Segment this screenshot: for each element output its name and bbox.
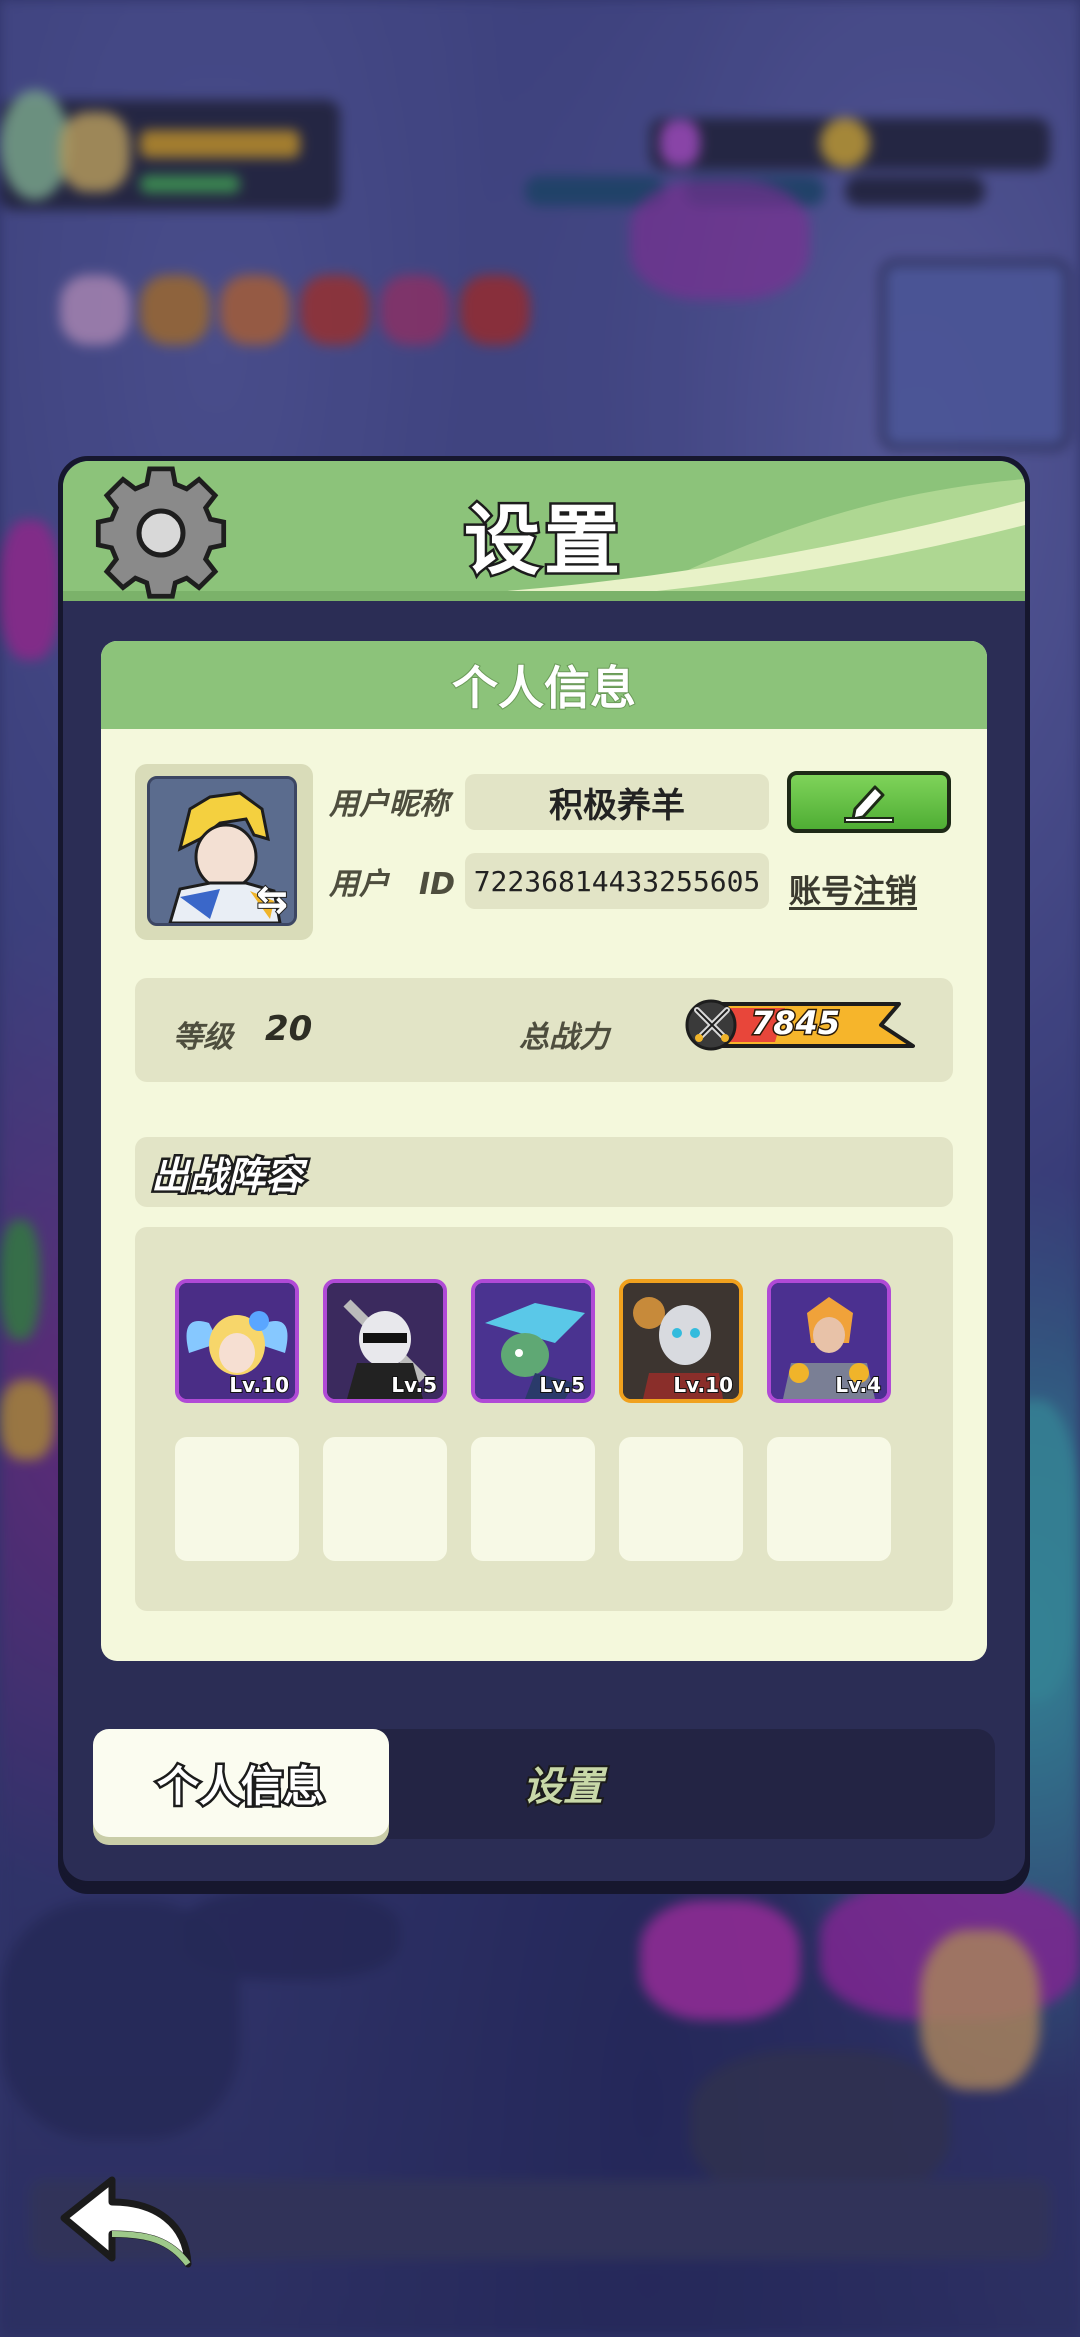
empty-slot[interactable] xyxy=(175,1437,299,1561)
nickname-field: 积极养羊 xyxy=(465,774,769,830)
hero-level: Lv.4 xyxy=(834,1372,882,1398)
tab-personal-info[interactable]: 个人信息 xyxy=(93,1729,389,1837)
lineup-title: 出战阵容 xyxy=(148,1151,305,1200)
level-value: 20 xyxy=(265,1009,313,1049)
edit-nickname-button[interactable] xyxy=(787,771,951,833)
hero-level: Lv.10 xyxy=(672,1372,734,1398)
level-label: 等级 xyxy=(173,1020,233,1055)
hero-level: Lv.10 xyxy=(228,1372,290,1398)
crossed-swords-icon xyxy=(694,1007,730,1042)
hero-card-4[interactable]: Lv.10 xyxy=(619,1279,743,1403)
panel-header: 个人信息 xyxy=(101,641,987,729)
profile-panel: 个人信息 ⇆ 用户昵称 积极养羊 用户 ID 72236814433255605… xyxy=(101,641,987,1661)
back-arrow-icon[interactable] xyxy=(56,2172,196,2272)
settings-dialog: 设置 个人信息 ⇆ 用户昵称 积极养羊 用户 ID 72236814433255… xyxy=(58,456,1030,1886)
gear-icon xyxy=(95,466,227,599)
panel-title: 个人信息 xyxy=(451,660,637,716)
hero-card-2[interactable]: Lv.5 xyxy=(323,1279,447,1403)
swap-icon: ⇆ xyxy=(255,876,289,922)
power-bar: 7845 xyxy=(685,998,915,1052)
pencil-icon xyxy=(844,785,894,823)
avatar[interactable]: ⇆ xyxy=(147,776,297,926)
nickname-value: 积极养羊 xyxy=(549,785,685,826)
empty-slot[interactable] xyxy=(767,1437,891,1561)
avatar-frame[interactable]: ⇆ xyxy=(135,764,313,940)
empty-slot[interactable] xyxy=(323,1437,447,1561)
id-value: 72236814433255605 xyxy=(473,864,761,898)
hero-card-5[interactable]: Lv.4 xyxy=(767,1279,891,1403)
id-field: 72236814433255605 xyxy=(465,853,769,909)
nickname-label: 用户昵称 xyxy=(329,787,449,822)
tab-settings[interactable]: 设置 xyxy=(433,1729,693,1837)
tab-bar: 个人信息 设置 xyxy=(93,1729,995,1839)
lineup-header: 出战阵容 xyxy=(135,1137,953,1207)
power-value: 7845 xyxy=(749,1003,841,1044)
empty-slot[interactable] xyxy=(471,1437,595,1561)
power-label: 总战力 xyxy=(519,1020,609,1055)
empty-slot[interactable] xyxy=(619,1437,743,1561)
hero-card-1[interactable]: Lv.10 xyxy=(175,1279,299,1403)
tab-label: 设置 xyxy=(521,1762,605,1812)
hero-card-3[interactable]: Lv.5 xyxy=(471,1279,595,1403)
id-label: 用户 ID xyxy=(329,867,456,902)
cancel-account-link[interactable]: 账号注销 xyxy=(789,866,917,912)
lineup-grid: Lv.10 Lv.5 Lv.5 Lv.10 Lv.4 xyxy=(135,1227,953,1611)
hero-level: Lv.5 xyxy=(538,1372,586,1398)
tab-label: 个人信息 xyxy=(154,1759,327,1813)
hero-level: Lv.5 xyxy=(390,1372,438,1398)
